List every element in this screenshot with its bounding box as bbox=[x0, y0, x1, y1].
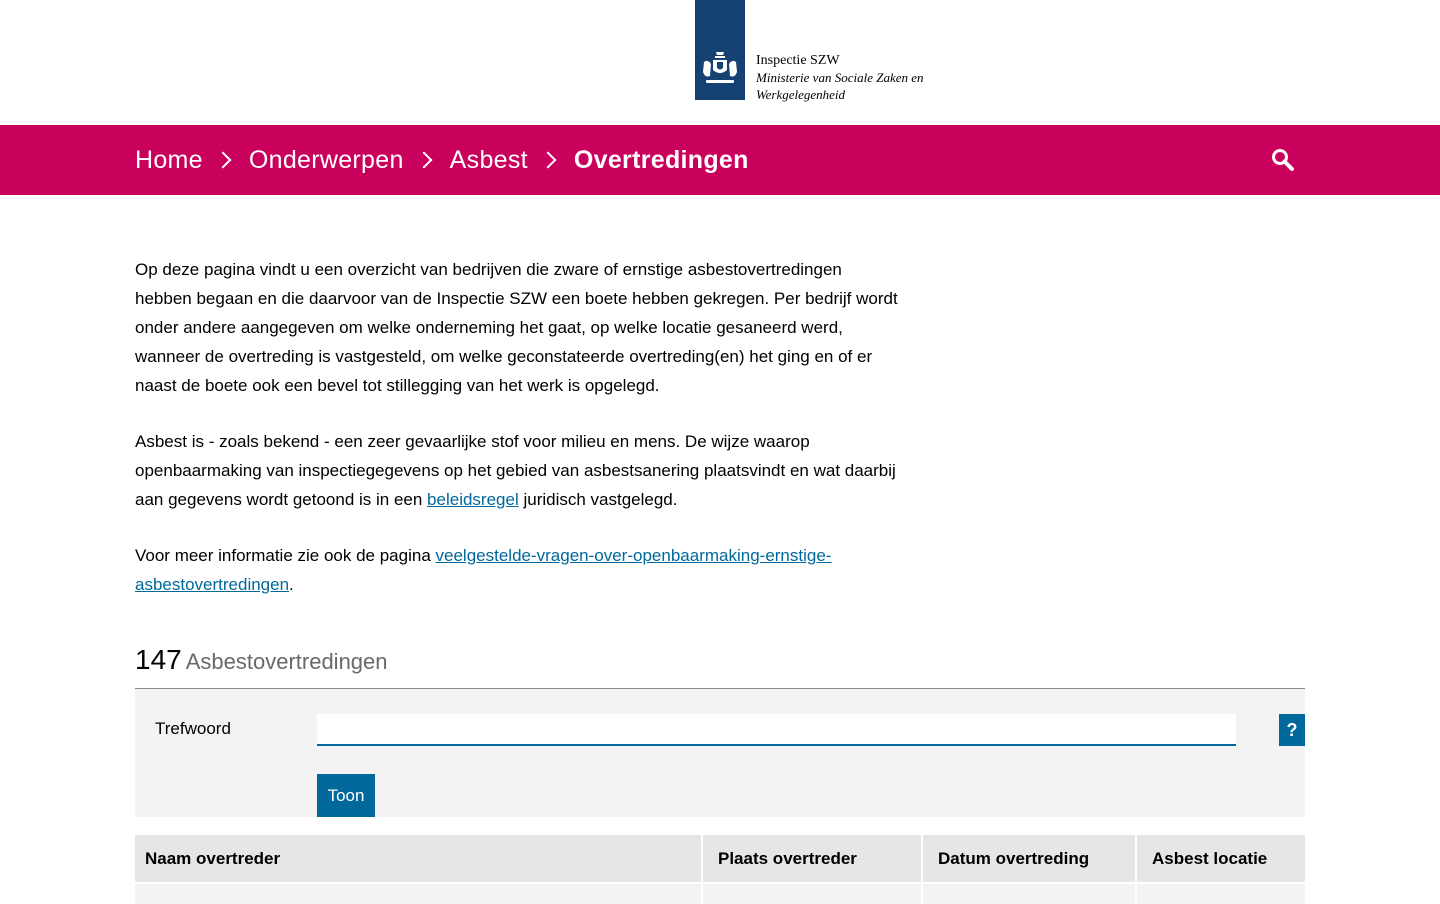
table-cell bbox=[923, 884, 1135, 904]
table-cell bbox=[135, 884, 701, 904]
ministry-name: Ministerie van Sociale Zaken en Werkgele… bbox=[756, 70, 924, 102]
chevron-right-icon bbox=[214, 151, 232, 169]
intro-text: Op deze pagina vindt u een overzicht van… bbox=[135, 255, 900, 626]
table-cell bbox=[1137, 884, 1305, 904]
results-label: Asbestovertredingen bbox=[185, 649, 388, 674]
text-span: . bbox=[289, 575, 294, 594]
keyword-label: Trefwoord bbox=[155, 719, 231, 738]
help-button[interactable]: ? bbox=[1279, 714, 1305, 746]
breadcrumb-asbest[interactable]: Asbest bbox=[450, 146, 528, 175]
breadcrumb-current: Overtredingen bbox=[573, 145, 749, 174]
chevron-right-icon bbox=[539, 151, 557, 169]
intro-paragraph-1: Op deze pagina vindt u een overzicht van… bbox=[135, 260, 898, 395]
text-span: Voor meer informatie zie ook de pagina bbox=[135, 546, 436, 565]
column-header-datum[interactable]: Datum overtreding bbox=[923, 835, 1135, 882]
column-header-plaats[interactable]: Plaats overtreder bbox=[703, 835, 921, 882]
results-count: 147 bbox=[135, 644, 182, 675]
intro-paragraph-3: Voor meer informatie zie ook de pagina v… bbox=[135, 541, 900, 599]
nav-bar: Home Onderwerpen Asbest Overtredingen bbox=[0, 125, 1440, 195]
breadcrumb-home[interactable]: Home bbox=[135, 146, 203, 175]
chevron-right-icon bbox=[415, 151, 433, 169]
site-header: Inspectie SZW Ministerie van Sociale Zak… bbox=[0, 0, 1440, 125]
keyword-input[interactable] bbox=[317, 714, 1236, 746]
breadcrumb: Home Onderwerpen Asbest Overtredingen bbox=[135, 125, 749, 195]
text-span: juridisch vastgelegd. bbox=[518, 490, 678, 509]
breadcrumb-onderwerpen[interactable]: Onderwerpen bbox=[249, 146, 404, 175]
show-button[interactable]: Toon bbox=[317, 774, 375, 817]
org-name: Inspectie SZW bbox=[756, 53, 840, 68]
beleidsregel-link[interactable]: beleidsregel bbox=[427, 490, 519, 509]
table-header: Naam overtreder Plaats overtreder Datum … bbox=[135, 835, 1305, 882]
logo-link[interactable]: Inspectie SZW Ministerie van Sociale Zak… bbox=[695, 0, 926, 103]
rijkslint-emblem-icon bbox=[695, 0, 745, 100]
search-button[interactable] bbox=[1268, 145, 1298, 175]
results-heading: 147 Asbestovertredingen bbox=[135, 644, 1305, 689]
column-header-naam[interactable]: Naam overtreder bbox=[135, 835, 701, 882]
table-row[interactable] bbox=[135, 884, 1305, 904]
table-cell bbox=[703, 884, 921, 904]
filter-panel: Trefwoord ? Toon bbox=[135, 689, 1305, 817]
violations-table: Naam overtreder Plaats overtreder Datum … bbox=[135, 835, 1305, 904]
intro-paragraph-2: Asbest is - zoals bekend - een zeer geva… bbox=[135, 427, 900, 514]
search-icon bbox=[1272, 149, 1294, 171]
column-header-locatie[interactable]: Asbest locatie bbox=[1137, 835, 1305, 882]
